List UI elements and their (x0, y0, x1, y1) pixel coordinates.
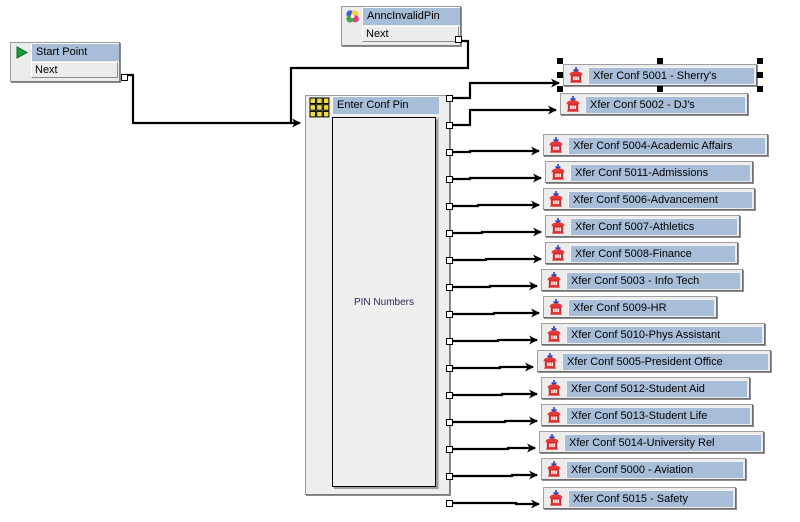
green-play-triangle-icon (11, 43, 31, 61)
transfer-node-label: Xfer Conf 5008-Finance (570, 244, 735, 262)
pin-output-port-11[interactable] (446, 365, 453, 372)
transfer-node-label: Xfer Conf 5015 - Safety (568, 489, 733, 507)
annc-output-port[interactable] (455, 36, 462, 43)
transfer-node-label: Xfer Conf 5003 - Info Tech (566, 271, 740, 289)
transfer-phone-icon (544, 298, 568, 316)
node-transfer-conference[interactable]: Xfer Conf 5005-President Office (537, 350, 771, 372)
annc-title-row: AnncInvalidPin (342, 7, 460, 25)
pin-output-port-3[interactable] (446, 149, 453, 156)
pin-output-port-9[interactable] (446, 311, 453, 318)
transfer-node-label: Xfer Conf 5000 - Aviation (566, 460, 743, 478)
transfer-node-label: Xfer Conf 5014-University Rel (564, 433, 761, 451)
node-transfer-conference[interactable]: Xfer Conf 5003 - Info Tech (541, 269, 743, 291)
selection-handle[interactable] (757, 58, 763, 64)
transfer-phone-icon (540, 433, 564, 451)
node-transfer-conference[interactable]: Xfer Conf 5013-Student Life (541, 404, 753, 426)
transfer-node-label: Xfer Conf 5002 - DJ's (585, 95, 745, 113)
node-transfer-conference[interactable]: Xfer Conf 5014-University Rel (539, 431, 764, 453)
transfer-phone-icon (544, 489, 568, 507)
transfer-node-label: Xfer Conf 5012-Student Aid (566, 379, 747, 397)
annc-port-label: Next (362, 26, 459, 42)
enter-conf-pin-body[interactable]: PIN Numbers (332, 117, 436, 487)
pin-output-port-16[interactable] (446, 500, 453, 507)
transfer-node-label: Xfer Conf 5001 - Sherry's (588, 66, 754, 84)
transfer-phone-icon (561, 95, 585, 113)
node-transfer-conference[interactable]: Xfer Conf 5011-Admissions (545, 161, 753, 183)
pin-output-port-15[interactable] (446, 473, 453, 480)
pin-output-port-1[interactable] (446, 95, 453, 102)
color-clover-icon (342, 7, 362, 25)
start-point-output-port[interactable] (121, 74, 128, 81)
transfer-phone-icon (542, 379, 566, 397)
selection-handle[interactable] (557, 58, 563, 64)
transfer-phone-icon (542, 271, 566, 289)
pin-output-port-4[interactable] (446, 176, 453, 183)
transfer-node-label: Xfer Conf 5007-Athletics (570, 217, 737, 235)
transfer-phone-icon (546, 217, 570, 235)
transfer-node-label: Xfer Conf 5005-President Office (562, 352, 768, 370)
node-annc-invalid-pin[interactable]: AnncInvalidPin Next (341, 6, 462, 46)
pin-output-port-5[interactable] (446, 203, 453, 210)
selection-handle[interactable] (757, 86, 763, 92)
transfer-node-label: Xfer Conf 5004-Academic Affairs (568, 136, 765, 154)
transfer-node-label: Xfer Conf 5013-Student Life (566, 406, 750, 424)
pin-output-port-10[interactable] (446, 338, 453, 345)
transfer-node-label: Xfer Conf 5011-Admissions (570, 163, 750, 181)
start-point-port-label: Next (31, 62, 118, 78)
node-start-point[interactable]: Start Point Next (10, 42, 128, 82)
node-transfer-conference[interactable]: Xfer Conf 5007-Athletics (545, 215, 740, 237)
selection-handle[interactable] (557, 72, 563, 78)
pin-output-port-2[interactable] (446, 122, 453, 129)
annc-port-row[interactable]: Next (342, 25, 460, 43)
transfer-phone-icon (564, 66, 588, 84)
node-transfer-conference[interactable]: Xfer Conf 5004-Academic Affairs (543, 134, 768, 156)
transfer-node-label: Xfer Conf 5006-Advancement (568, 190, 752, 208)
pin-output-port-12[interactable] (446, 392, 453, 399)
node-enter-conf-pin[interactable]: Enter Conf Pin PIN Numbers (305, 95, 453, 507)
selection-handle[interactable] (657, 58, 663, 64)
transfer-phone-icon (542, 325, 566, 343)
node-transfer-conference[interactable]: Xfer Conf 5008-Finance (545, 242, 738, 264)
node-transfer-conference[interactable]: Xfer Conf 5001 - Sherry's (563, 64, 757, 86)
transfer-phone-icon (542, 460, 566, 478)
pin-output-port-8[interactable] (446, 284, 453, 291)
annc-title: AnncInvalidPin (362, 7, 460, 25)
transfer-phone-icon (546, 163, 570, 181)
transfer-phone-icon (546, 244, 570, 262)
node-transfer-conference[interactable]: Xfer Conf 5012-Student Aid (541, 377, 750, 399)
pin-output-port-7[interactable] (446, 257, 453, 264)
node-transfer-conference[interactable]: Xfer Conf 5015 - Safety (543, 487, 736, 509)
transfer-node-label: Xfer Conf 5009-HR (568, 298, 714, 316)
start-point-title-row: Start Point (11, 43, 119, 61)
transfer-phone-icon (544, 190, 568, 208)
node-transfer-conference[interactable]: Xfer Conf 5002 - DJ's (560, 93, 748, 115)
selection-handle[interactable] (557, 86, 563, 92)
transfer-node-label: Xfer Conf 5010-Phys Assistant (566, 325, 762, 343)
flow-diagram-canvas[interactable]: Start Point Next AnncInvalidPin Next Ent… (0, 0, 800, 522)
selection-handle[interactable] (657, 86, 663, 92)
enter-conf-pin-title-row: Enter Conf Pin (306, 96, 449, 118)
transfer-phone-icon (542, 406, 566, 424)
pin-output-port-6[interactable] (446, 230, 453, 237)
node-transfer-conference[interactable]: Xfer Conf 5009-HR (543, 296, 717, 318)
node-transfer-conference[interactable]: Xfer Conf 5010-Phys Assistant (541, 323, 765, 345)
enter-conf-pin-title: Enter Conf Pin (332, 96, 439, 114)
pin-output-port-14[interactable] (446, 446, 453, 453)
transfer-phone-icon (544, 136, 568, 154)
enter-conf-pin-body-label: PIN Numbers (353, 296, 414, 308)
start-point-title: Start Point (31, 43, 119, 61)
pin-output-port-13[interactable] (446, 419, 453, 426)
node-transfer-conference[interactable]: Xfer Conf 5006-Advancement (543, 188, 755, 210)
node-transfer-conference[interactable]: Xfer Conf 5000 - Aviation (541, 458, 746, 480)
selection-handle[interactable] (757, 72, 763, 78)
keypad-icon (306, 96, 332, 118)
start-point-port-row[interactable]: Next (11, 61, 119, 79)
transfer-phone-icon (538, 352, 562, 370)
